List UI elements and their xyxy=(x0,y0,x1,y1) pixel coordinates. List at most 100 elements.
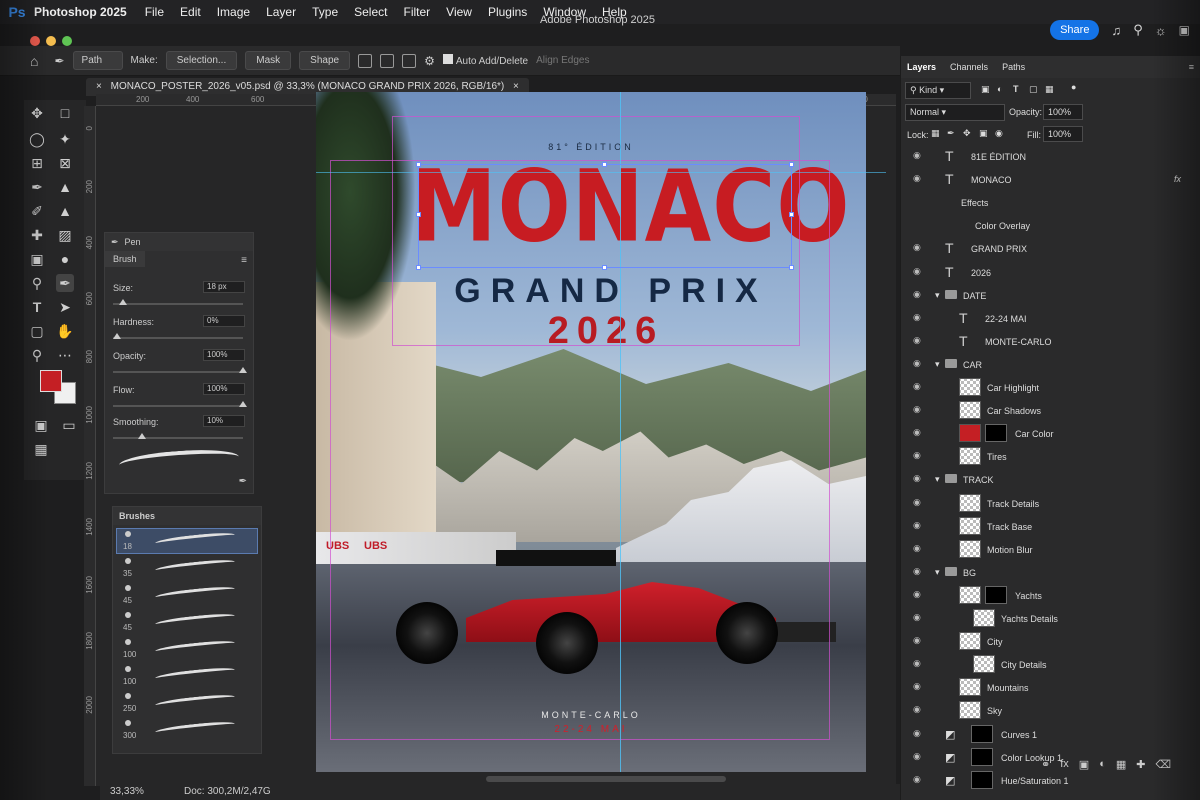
horizontal-scrollbar[interactable] xyxy=(486,776,726,782)
transform-handle[interactable] xyxy=(416,265,421,270)
layer-opacity-input[interactable]: 100% xyxy=(1043,104,1083,120)
zoom-window-button[interactable] xyxy=(62,36,72,46)
blur-tool-icon[interactable]: ● xyxy=(56,250,74,268)
layer-row[interactable]: Color Overlay xyxy=(901,215,1200,237)
layer-visibility-eye-icon[interactable]: ◉ xyxy=(913,589,921,600)
layer-visibility-eye-icon[interactable]: ◉ xyxy=(913,266,921,277)
layer-thumbnail[interactable] xyxy=(959,701,981,720)
menu-select[interactable]: Select xyxy=(354,5,387,19)
make-selection-button[interactable]: Selection... xyxy=(165,51,238,70)
menu-file[interactable]: File xyxy=(145,5,164,19)
smoothing-slider-knob[interactable] xyxy=(138,433,147,439)
panel-menu-icon[interactable]: ≡ xyxy=(241,255,247,266)
search-icon[interactable]: ⚲ xyxy=(1133,22,1143,38)
tab-layers[interactable]: Layers xyxy=(907,62,936,72)
layer-row[interactable]: ◉ City Details xyxy=(901,654,1200,676)
menu-image[interactable]: Image xyxy=(217,5,250,19)
flow-slider-knob[interactable] xyxy=(239,401,247,407)
filter-shape-icon[interactable]: ▢ xyxy=(1029,84,1038,95)
layer-row[interactable]: ◉ T 81E ÉDITION xyxy=(901,146,1200,168)
brush-preset[interactable]: 250 xyxy=(117,691,257,715)
brushes-panel-title[interactable]: Brushes xyxy=(113,507,261,525)
lightbulb-icon[interactable]: ☼ xyxy=(1155,23,1167,38)
layer-visibility-eye-icon[interactable]: ◉ xyxy=(913,427,921,438)
lock-transparent-icon[interactable]: ▦ xyxy=(931,128,940,139)
layer-mask-thumbnail[interactable] xyxy=(971,747,993,766)
layer-visibility-eye-icon[interactable]: ◉ xyxy=(913,358,921,369)
flow-slider[interactable] xyxy=(113,401,247,407)
layer-thumbnail[interactable] xyxy=(959,516,981,535)
eraser-tool-icon[interactable]: ▨ xyxy=(56,226,74,244)
zoom-tool-icon[interactable]: ⚲ xyxy=(28,346,46,364)
close-document-icon[interactable]: × xyxy=(513,81,519,92)
screen-mode-icon[interactable]: ▭ xyxy=(60,416,78,434)
layer-visibility-eye-icon[interactable]: ◉ xyxy=(913,173,921,184)
layer-row[interactable]: ◉ Yachts xyxy=(901,585,1200,607)
lock-position-icon[interactable]: ✥ xyxy=(963,128,971,139)
layer-visibility-eye-icon[interactable]: ◉ xyxy=(913,728,921,739)
more-tools-icon[interactable]: ⋯ xyxy=(56,346,74,364)
stamp-tool-icon[interactable]: ▲ xyxy=(56,178,74,196)
frame-tool-icon[interactable]: ⊠ xyxy=(56,154,74,172)
layer-visibility-eye-icon[interactable]: ◉ xyxy=(913,566,921,577)
menu-view[interactable]: View xyxy=(446,5,472,19)
layer-row[interactable]: ◉ Track Base xyxy=(901,516,1200,538)
layer-row[interactable]: ◉ Mountains xyxy=(901,677,1200,699)
layer-row[interactable]: ◉ Car Highlight xyxy=(901,377,1200,399)
layer-visibility-eye-icon[interactable]: ◉ xyxy=(913,612,921,623)
object-select-tool-icon[interactable]: ✦ xyxy=(56,130,74,148)
link-layers-icon[interactable]: ⚭ xyxy=(1041,758,1050,771)
layer-thumbnail[interactable] xyxy=(959,378,981,396)
transform-handle[interactable] xyxy=(789,265,794,270)
size-slider[interactable] xyxy=(113,299,243,305)
make-shape-button[interactable]: Shape xyxy=(299,51,351,70)
layer-mask-thumbnail[interactable] xyxy=(971,724,993,743)
lock-image-icon[interactable]: ✒ xyxy=(947,128,955,139)
filter-smart-icon[interactable]: ▦ xyxy=(1045,84,1054,95)
layer-visibility-eye-icon[interactable]: ◉ xyxy=(913,335,921,346)
zoom-level[interactable]: 33,33% xyxy=(110,786,144,797)
pen-tool-active-icon[interactable]: ✒ xyxy=(56,274,74,292)
layer-visibility-eye-icon[interactable]: ◉ xyxy=(913,381,921,392)
path-selection-box[interactable] xyxy=(416,162,794,270)
make-mask-button[interactable]: Mask xyxy=(245,51,292,70)
layer-visibility-eye-icon[interactable]: ◉ xyxy=(913,658,921,669)
layer-effects-fx-icon[interactable]: fx xyxy=(1174,174,1181,184)
vertical-ruler[interactable]: 0 200 400 600 800 1000 1200 1400 1600 18… xyxy=(84,106,96,786)
layer-row[interactable]: ◉ Tires xyxy=(901,446,1200,468)
path-arrangement-icon[interactable] xyxy=(402,53,417,68)
layer-visibility-eye-icon[interactable]: ◉ xyxy=(913,520,921,531)
path-select-tool-icon[interactable]: ➤ xyxy=(56,298,74,316)
brush-preset[interactable]: 45 xyxy=(117,610,257,634)
lock-artboard-icon[interactable]: ▣ xyxy=(979,128,988,139)
layer-row[interactable]: ◉ Sky xyxy=(901,700,1200,722)
new-group-icon[interactable]: ▦ xyxy=(1116,758,1126,771)
layer-visibility-eye-icon[interactable]: ◉ xyxy=(913,704,921,715)
close-window-button[interactable] xyxy=(30,36,40,46)
menu-edit[interactable]: Edit xyxy=(180,5,201,19)
transform-handle[interactable] xyxy=(602,162,607,167)
layer-visibility-eye-icon[interactable]: ◉ xyxy=(913,774,921,785)
photoshop-app-icon[interactable]: Ps xyxy=(0,4,34,20)
hardness-slider-knob[interactable] xyxy=(113,333,121,339)
dodge-tool-icon[interactable]: ⚲ xyxy=(28,274,46,292)
smoothing-input[interactable]: 10% xyxy=(203,415,245,427)
flow-input[interactable]: 100% xyxy=(203,383,245,395)
layer-visibility-eye-icon[interactable]: ◉ xyxy=(913,635,921,646)
menu-filter[interactable]: Filter xyxy=(403,5,430,19)
brush-tab[interactable]: Brush xyxy=(105,251,145,267)
brush-preset[interactable]: 18 xyxy=(116,528,258,554)
tab-channels[interactable]: Channels xyxy=(950,62,988,72)
layer-visibility-eye-icon[interactable]: ◉ xyxy=(913,450,921,461)
layer-thumbnail[interactable] xyxy=(959,539,981,558)
layer-row[interactable]: ◉ ▾ BG xyxy=(901,562,1200,584)
layer-row[interactable]: ◉ ▾ TRACK xyxy=(901,469,1200,491)
layer-thumbnail[interactable] xyxy=(959,585,981,604)
type-tool-icon[interactable]: T xyxy=(28,298,46,316)
app-name-menu[interactable]: Photoshop 2025 xyxy=(34,5,127,19)
marquee-tool-icon[interactable]: □ xyxy=(56,104,74,122)
new-adjustment-icon[interactable]: ◐ xyxy=(1099,758,1106,771)
layer-row[interactable]: ◉ T MONACO fx xyxy=(901,169,1200,191)
eyedropper-tool-icon[interactable]: ✒ xyxy=(28,178,46,196)
close-tab-icon[interactable]: × xyxy=(96,81,102,92)
